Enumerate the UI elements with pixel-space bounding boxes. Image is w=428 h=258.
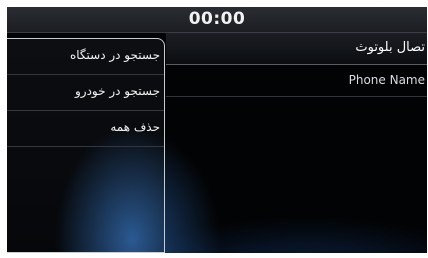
search-on-device-button[interactable]: جستجو در دستگاه (7, 39, 164, 75)
delete-all-button[interactable]: حذف همه (7, 111, 164, 147)
status-bar: 00:00 (7, 7, 427, 33)
paired-device-item[interactable]: Phone Name (166, 65, 427, 97)
options-menu: جستجو در دستگاه جستجو در خودرو حذف همه (7, 38, 165, 253)
head-unit-screen: 00:00 جستجو در دستگاه جستجو در خودرو حذف… (7, 7, 427, 253)
bluetooth-list: تصال بلوتوث Phone Name (166, 33, 427, 253)
main-area: جستجو در دستگاه جستجو در خودرو حذف همه ت… (7, 33, 427, 253)
bluetooth-connection-title: تصال بلوتوث (166, 33, 427, 65)
clock: 00:00 (188, 9, 246, 29)
search-in-vehicle-button[interactable]: جستجو در خودرو (7, 75, 164, 111)
